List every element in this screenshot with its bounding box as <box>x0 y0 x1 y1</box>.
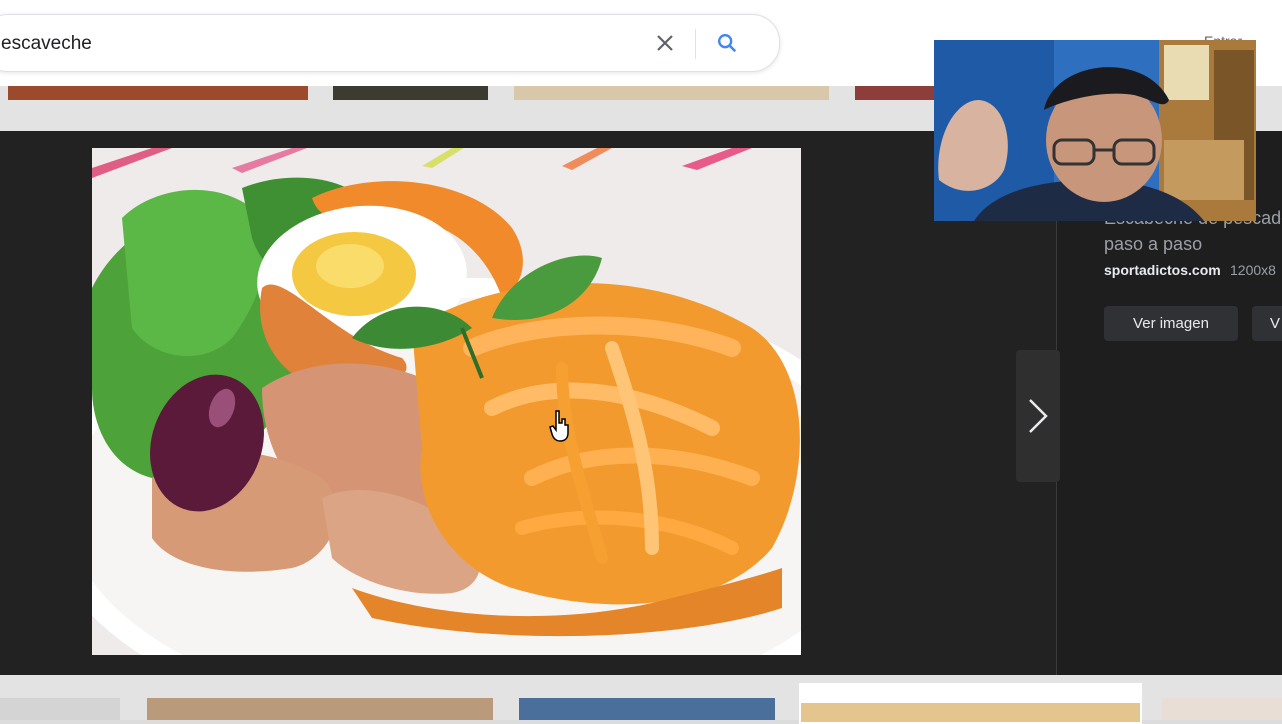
clear-button[interactable] <box>651 29 679 57</box>
visit-button[interactable]: V <box>1252 306 1282 341</box>
search-box[interactable]: escaveche <box>0 14 780 72</box>
thumbnail[interactable] <box>333 86 488 100</box>
chevron-right-icon <box>1029 399 1048 433</box>
search-input[interactable]: escaveche <box>1 33 92 55</box>
thumbnail[interactable] <box>8 86 308 100</box>
thumbnail[interactable] <box>519 698 775 720</box>
search-icon <box>718 34 737 53</box>
search-button[interactable] <box>712 28 742 58</box>
thumbnail-selected[interactable] <box>799 683 1142 724</box>
thumbnail[interactable] <box>514 86 829 100</box>
escabeche-photo <box>92 148 801 655</box>
close-icon <box>657 35 673 51</box>
image-source[interactable]: sportadictos.com <box>1104 262 1221 278</box>
search-divider <box>695 29 696 59</box>
preview-image[interactable] <box>92 148 801 655</box>
thumbnail[interactable] <box>855 86 935 100</box>
thumbnail-strip-bottom <box>0 675 1282 724</box>
thumbnail[interactable] <box>0 698 120 720</box>
view-image-button[interactable]: Ver imagen <box>1104 306 1238 341</box>
next-image-button[interactable] <box>1016 350 1060 482</box>
image-title-line2: paso a paso <box>1104 234 1203 254</box>
webcam-feed <box>934 40 1256 221</box>
hand-cursor-icon <box>549 409 571 448</box>
webcam-overlay <box>934 40 1256 221</box>
thumbnail[interactable] <box>1162 698 1282 720</box>
thumbnail-image <box>801 703 1140 722</box>
image-dimensions: 1200x8 <box>1230 262 1276 278</box>
thumbnail[interactable] <box>147 698 493 720</box>
